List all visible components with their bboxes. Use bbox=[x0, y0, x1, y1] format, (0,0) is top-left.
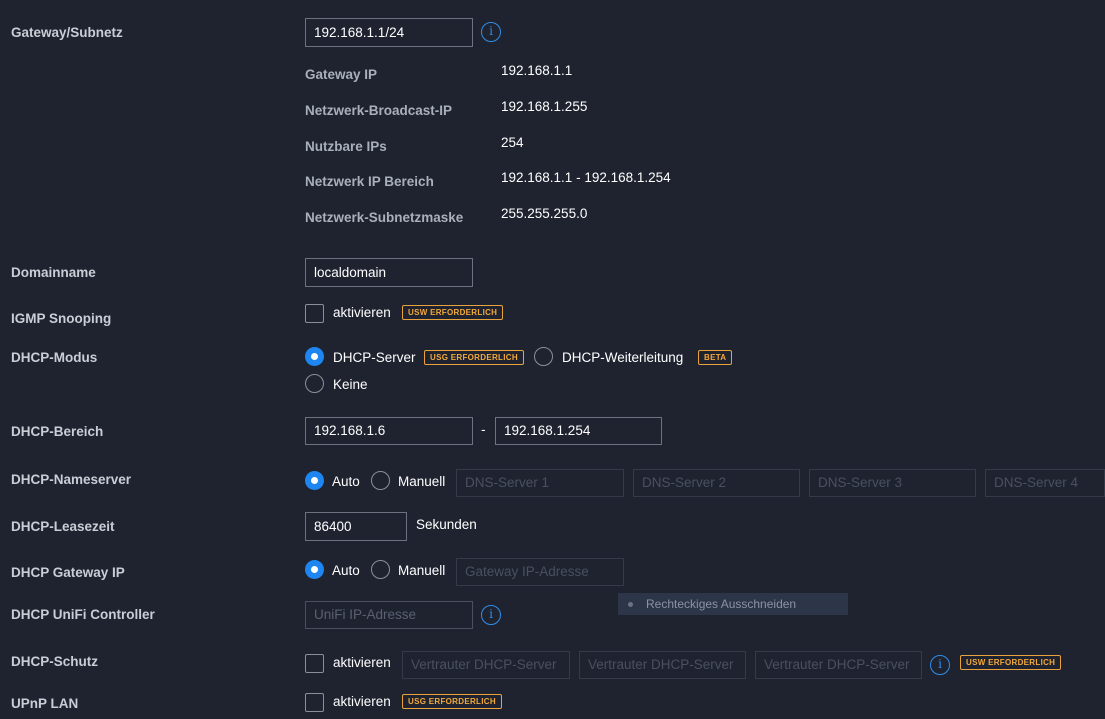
nameserver-auto-radio[interactable] bbox=[305, 471, 324, 490]
gateway-ip-label: Gateway IP bbox=[305, 67, 378, 82]
unifi-ip-address-input[interactable]: UniFi IP-Adresse bbox=[305, 601, 473, 629]
dhcp-range-start-input[interactable]: 192.168.1.6 bbox=[305, 417, 473, 445]
gateway-auto-label: Auto bbox=[332, 563, 360, 578]
dhcp-unifi-controller-label: DHCP UniFi Controller bbox=[11, 607, 155, 622]
upnp-lan-label: UPnP LAN bbox=[11, 696, 79, 711]
dhcp-relay-option-label: DHCP-Weiterleitung bbox=[562, 350, 684, 365]
dhcp-range-end-input[interactable]: 192.168.1.254 bbox=[495, 417, 662, 445]
usg-required-badge: USG ERFORDERLICH bbox=[402, 694, 502, 709]
trusted-dhcp-server-1-input[interactable]: Vertrauter DHCP-Server bbox=[402, 651, 570, 679]
usable-ips-label: Nutzbare IPs bbox=[305, 139, 387, 154]
dhcp-server-option-label: DHCP-Server bbox=[333, 350, 416, 365]
broadcast-ip-label: Netzwerk-Broadcast-IP bbox=[305, 103, 453, 118]
lease-unit-label: Sekunden bbox=[416, 517, 477, 532]
gateway-subnet-input[interactable]: 192.168.1.1/24 bbox=[305, 18, 473, 47]
dhcp-nameserver-label: DHCP-Nameserver bbox=[11, 472, 132, 487]
dhcp-none-option-label: Keine bbox=[333, 377, 368, 392]
domainname-input[interactable]: localdomain bbox=[305, 258, 473, 287]
dhcp-range-separator: - bbox=[481, 422, 486, 437]
usable-ips-value: 254 bbox=[501, 135, 524, 150]
dhcp-relay-radio[interactable] bbox=[534, 347, 553, 366]
dhcp-range-label: DHCP-Bereich bbox=[11, 424, 104, 439]
dns-server-1-input[interactable]: DNS-Server 1 bbox=[456, 469, 624, 497]
gateway-manual-label: Manuell bbox=[398, 563, 446, 578]
dhcp-gateway-label: DHCP Gateway IP bbox=[11, 565, 125, 580]
igmp-activate-label: aktivieren bbox=[333, 305, 391, 320]
gateway-ip-value: 192.168.1.1 bbox=[501, 63, 573, 78]
gateway-manual-radio[interactable] bbox=[371, 560, 390, 579]
dns-server-4-input[interactable]: DNS-Server 4 bbox=[985, 469, 1105, 497]
beta-badge: BETA bbox=[698, 350, 733, 365]
trusted-dhcp-server-3-input[interactable]: Vertrauter DHCP-Server bbox=[755, 651, 922, 679]
gateway-ip-address-input[interactable]: Gateway IP-Adresse bbox=[456, 558, 624, 586]
gateway-subnet-label: Gateway/Subnetz bbox=[11, 25, 123, 40]
subnet-mask-label: Netzwerk-Subnetzmaske bbox=[305, 210, 464, 225]
nameserver-auto-label: Auto bbox=[332, 474, 360, 489]
domainname-label: Domainname bbox=[11, 265, 96, 280]
ip-range-label: Netzwerk IP Bereich bbox=[305, 174, 434, 189]
dhcp-none-radio[interactable] bbox=[305, 374, 324, 393]
usw-required-badge: USW ERFORDERLICH bbox=[960, 655, 1062, 670]
dhcp-guard-activate-label: aktivieren bbox=[333, 655, 391, 670]
gateway-auto-radio[interactable] bbox=[305, 560, 324, 579]
upnp-lan-checkbox[interactable] bbox=[305, 693, 324, 712]
subnet-mask-value: 255.255.255.0 bbox=[501, 206, 588, 221]
upnp-activate-label: aktivieren bbox=[333, 694, 391, 709]
info-icon[interactable]: i bbox=[481, 22, 501, 42]
info-icon[interactable]: i bbox=[930, 655, 950, 675]
broadcast-ip-value: 192.168.1.255 bbox=[501, 99, 588, 114]
dns-server-2-input[interactable]: DNS-Server 2 bbox=[633, 469, 800, 497]
igmp-snooping-checkbox[interactable] bbox=[305, 304, 324, 323]
nameserver-manual-label: Manuell bbox=[398, 474, 446, 489]
dot-icon bbox=[628, 602, 633, 608]
dhcp-guard-label: DHCP-Schutz bbox=[11, 654, 98, 669]
nameserver-manual-radio[interactable] bbox=[371, 471, 390, 490]
usw-required-badge: USW ERFORDERLICH bbox=[402, 305, 504, 320]
igmp-snooping-label: IGMP Snooping bbox=[11, 311, 112, 326]
usg-required-badge: USG ERFORDERLICH bbox=[424, 350, 524, 365]
ip-range-value: 192.168.1.1 - 192.168.1.254 bbox=[501, 170, 671, 185]
dns-server-3-input[interactable]: DNS-Server 3 bbox=[809, 469, 976, 497]
dhcp-server-radio[interactable] bbox=[305, 347, 324, 366]
tooltip: Rechteckiges Ausschneiden bbox=[618, 593, 848, 615]
dhcp-lease-label: DHCP-Leasezeit bbox=[11, 519, 115, 534]
info-icon[interactable]: i bbox=[481, 605, 501, 625]
dhcp-lease-input[interactable]: 86400 bbox=[305, 512, 407, 541]
trusted-dhcp-server-2-input[interactable]: Vertrauter DHCP-Server bbox=[579, 651, 746, 679]
tooltip-text: Rechteckiges Ausschneiden bbox=[646, 597, 797, 611]
dhcp-mode-label: DHCP-Modus bbox=[11, 350, 98, 365]
dhcp-guard-checkbox[interactable] bbox=[305, 654, 324, 673]
